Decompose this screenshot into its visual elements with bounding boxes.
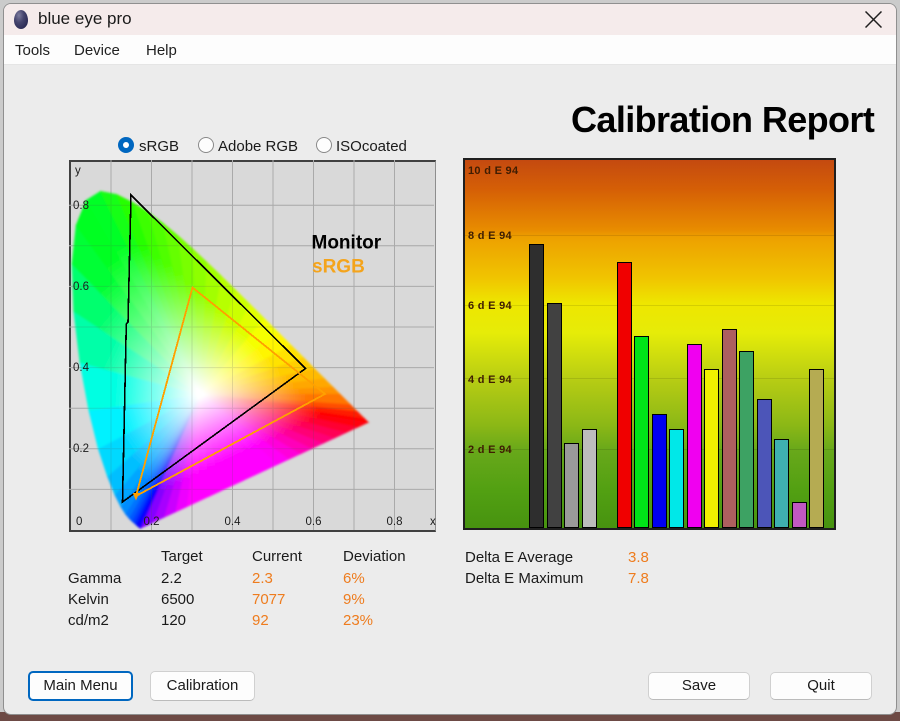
svg-text:0.2: 0.2 — [73, 443, 89, 455]
svg-text:0: 0 — [76, 516, 82, 528]
svg-text:0.4: 0.4 — [225, 516, 242, 528]
svg-text:0.6: 0.6 — [306, 516, 322, 528]
svg-text:0.4: 0.4 — [73, 362, 90, 374]
svg-text:x: x — [430, 516, 436, 528]
svg-text:sRGB: sRGB — [312, 257, 365, 278]
svg-text:Monitor: Monitor — [312, 233, 382, 254]
svg-text:0.8: 0.8 — [73, 200, 89, 212]
svg-text:y: y — [75, 165, 81, 177]
svg-text:0.2: 0.2 — [144, 516, 160, 528]
svg-text:0.6: 0.6 — [73, 281, 89, 293]
svg-text:0.8: 0.8 — [387, 516, 403, 528]
